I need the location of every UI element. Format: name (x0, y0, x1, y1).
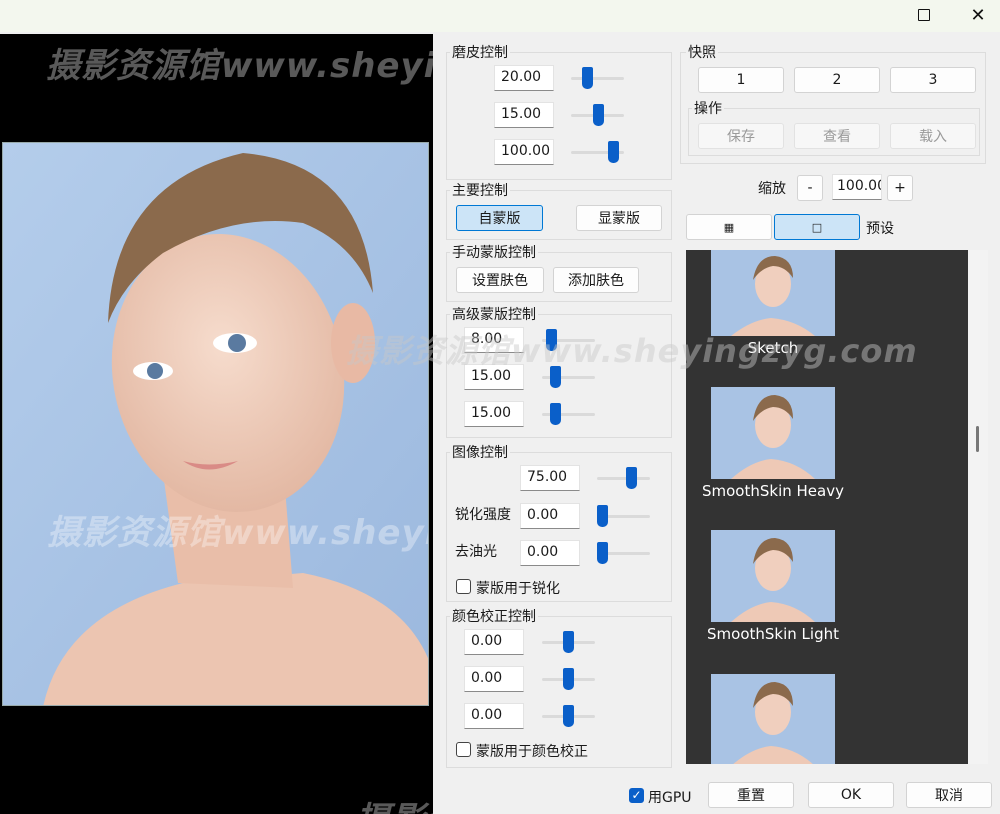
color-value-1[interactable]: 0.00 (464, 629, 524, 655)
grid-view-button[interactable]: ▦ (686, 214, 772, 240)
main-control-title: 主要控制 (450, 180, 510, 200)
preset-scrollbar[interactable] (968, 250, 988, 764)
smoothing-slider-1[interactable] (571, 65, 624, 93)
smoothing-slider-3[interactable] (571, 139, 624, 167)
advanced-mask-title: 高级蒙版控制 (450, 304, 538, 324)
grid-view-icon: ▦ (723, 220, 735, 234)
image-slider-1[interactable] (597, 465, 650, 493)
snapshot-3-button[interactable]: 3 (890, 67, 976, 93)
use-gpu-checkbox[interactable]: ✓ (629, 788, 644, 803)
view-snapshot-button[interactable]: 查看 (794, 123, 880, 149)
cancel-button[interactable]: 取消 (906, 782, 992, 808)
save-snapshot-button[interactable]: 保存 (698, 123, 784, 149)
slider-thumb[interactable] (563, 631, 574, 653)
color-correction-title: 颜色校正控制 (450, 606, 538, 626)
smoothing-value-1[interactable]: 20.00 (494, 65, 554, 91)
portrait-photo: 摄影资源馆www.sheyin (2, 142, 429, 706)
watermark-text-bottom: 摄影资 (356, 792, 433, 814)
watermark-text: 摄影资源馆www.sheyin (46, 46, 433, 86)
slider-thumb[interactable] (593, 104, 604, 126)
slider-thumb[interactable] (563, 705, 574, 727)
color-slider-3[interactable] (542, 703, 595, 731)
deshine-slider[interactable] (597, 540, 650, 568)
single-view-icon: □ (811, 220, 823, 234)
add-skin-color-button[interactable]: 添加肤色 (553, 267, 639, 293)
snapshot-title: 快照 (686, 42, 718, 62)
zoom-input[interactable]: 100.00 (832, 174, 882, 200)
snapshot-2-button[interactable]: 2 (794, 67, 880, 93)
ok-button[interactable]: OK (808, 782, 894, 808)
snapshot-1-button[interactable]: 1 (698, 67, 784, 93)
set-skin-color-button[interactable]: 设置肤色 (456, 267, 544, 293)
sharpen-slider[interactable] (597, 503, 650, 531)
slider-thumb[interactable] (563, 668, 574, 690)
sharpen-label: 锐化强度 (455, 507, 511, 523)
slider-thumb[interactable] (597, 505, 608, 527)
slider-thumb[interactable] (608, 141, 619, 163)
image-value-1[interactable]: 75.00 (520, 465, 580, 491)
scrollbar-thumb[interactable] (976, 426, 979, 452)
presets-label: 预设 (866, 221, 894, 237)
reset-button[interactable]: 重置 (708, 782, 794, 808)
preset-thumbnail-sketch[interactable] (711, 250, 835, 336)
maximize-icon (918, 9, 930, 21)
checkmark-icon: ✓ (631, 788, 642, 802)
preset-name-smoothskin-light: SmoothSkin Light (707, 625, 839, 643)
load-snapshot-button[interactable]: 载入 (890, 123, 976, 149)
auto-mask-button[interactable]: 自蒙版 (456, 205, 543, 231)
use-gpu-label: 用GPU (648, 790, 692, 806)
zoom-out-button[interactable]: - (797, 175, 823, 201)
portrait-illustration (3, 143, 428, 705)
preset-thumbnail-smoothskin-light[interactable] (711, 530, 835, 622)
preset-thumbnail-4[interactable] (711, 674, 835, 764)
overlay-watermark: 摄影资源馆www.sheyingzyg.com (346, 332, 918, 370)
deshine-label: 去油光 (455, 544, 497, 560)
zoom-label: 缩放 (758, 181, 786, 197)
color-value-3[interactable]: 0.00 (464, 703, 524, 729)
slider-thumb[interactable] (626, 467, 637, 489)
image-preview[interactable]: 摄影资源馆www.sheyin 摄影资源馆www.sheyin (0, 34, 433, 814)
show-mask-button[interactable]: 显蒙版 (576, 205, 662, 231)
slider-thumb[interactable] (550, 403, 561, 425)
color-value-2[interactable]: 0.00 (464, 666, 524, 692)
close-icon: ✕ (970, 4, 986, 26)
preset-portrait (711, 530, 835, 622)
manual-mask-title: 手动蒙版控制 (450, 242, 538, 262)
slider-thumb[interactable] (597, 542, 608, 564)
close-button[interactable]: ✕ (952, 0, 1000, 30)
sharpen-value[interactable]: 0.00 (520, 503, 580, 529)
deshine-value[interactable]: 0.00 (520, 540, 580, 566)
skin-smoothing-title: 磨皮控制 (450, 42, 510, 62)
smoothing-value-3[interactable]: 100.00 (494, 139, 554, 165)
title-bar: ✕ (0, 0, 1000, 32)
color-slider-2[interactable] (542, 666, 595, 694)
preset-thumbnail-smoothskin-heavy[interactable] (711, 387, 835, 479)
skin-smoothing-group (446, 52, 672, 180)
mask-for-color-label: 蒙版用于颜色校正 (476, 744, 588, 760)
advanced-value-3[interactable]: 15.00 (464, 401, 524, 427)
color-slider-1[interactable] (542, 629, 595, 657)
maximize-button[interactable] (898, 0, 950, 30)
mask-for-sharpen-label: 蒙版用于锐化 (476, 581, 560, 597)
smoothing-value-2[interactable]: 15.00 (494, 102, 554, 128)
mask-for-sharpen-checkbox[interactable] (456, 579, 471, 594)
mask-for-color-checkbox[interactable] (456, 742, 471, 757)
preset-portrait (711, 387, 835, 479)
operations-title: 操作 (692, 98, 724, 118)
smoothing-slider-2[interactable] (571, 102, 624, 130)
preset-portrait (711, 250, 835, 336)
single-view-button[interactable]: □ (774, 214, 860, 240)
image-control-title: 图像控制 (450, 442, 510, 462)
preset-name-smoothskin-heavy: SmoothSkin Heavy (702, 482, 844, 500)
preset-portrait (711, 674, 835, 764)
watermark-text-mid: 摄影资源馆www.sheyin (47, 513, 429, 553)
slider-thumb[interactable] (582, 67, 593, 89)
zoom-in-button[interactable]: + (887, 175, 913, 201)
advanced-slider-3[interactable] (542, 401, 595, 429)
